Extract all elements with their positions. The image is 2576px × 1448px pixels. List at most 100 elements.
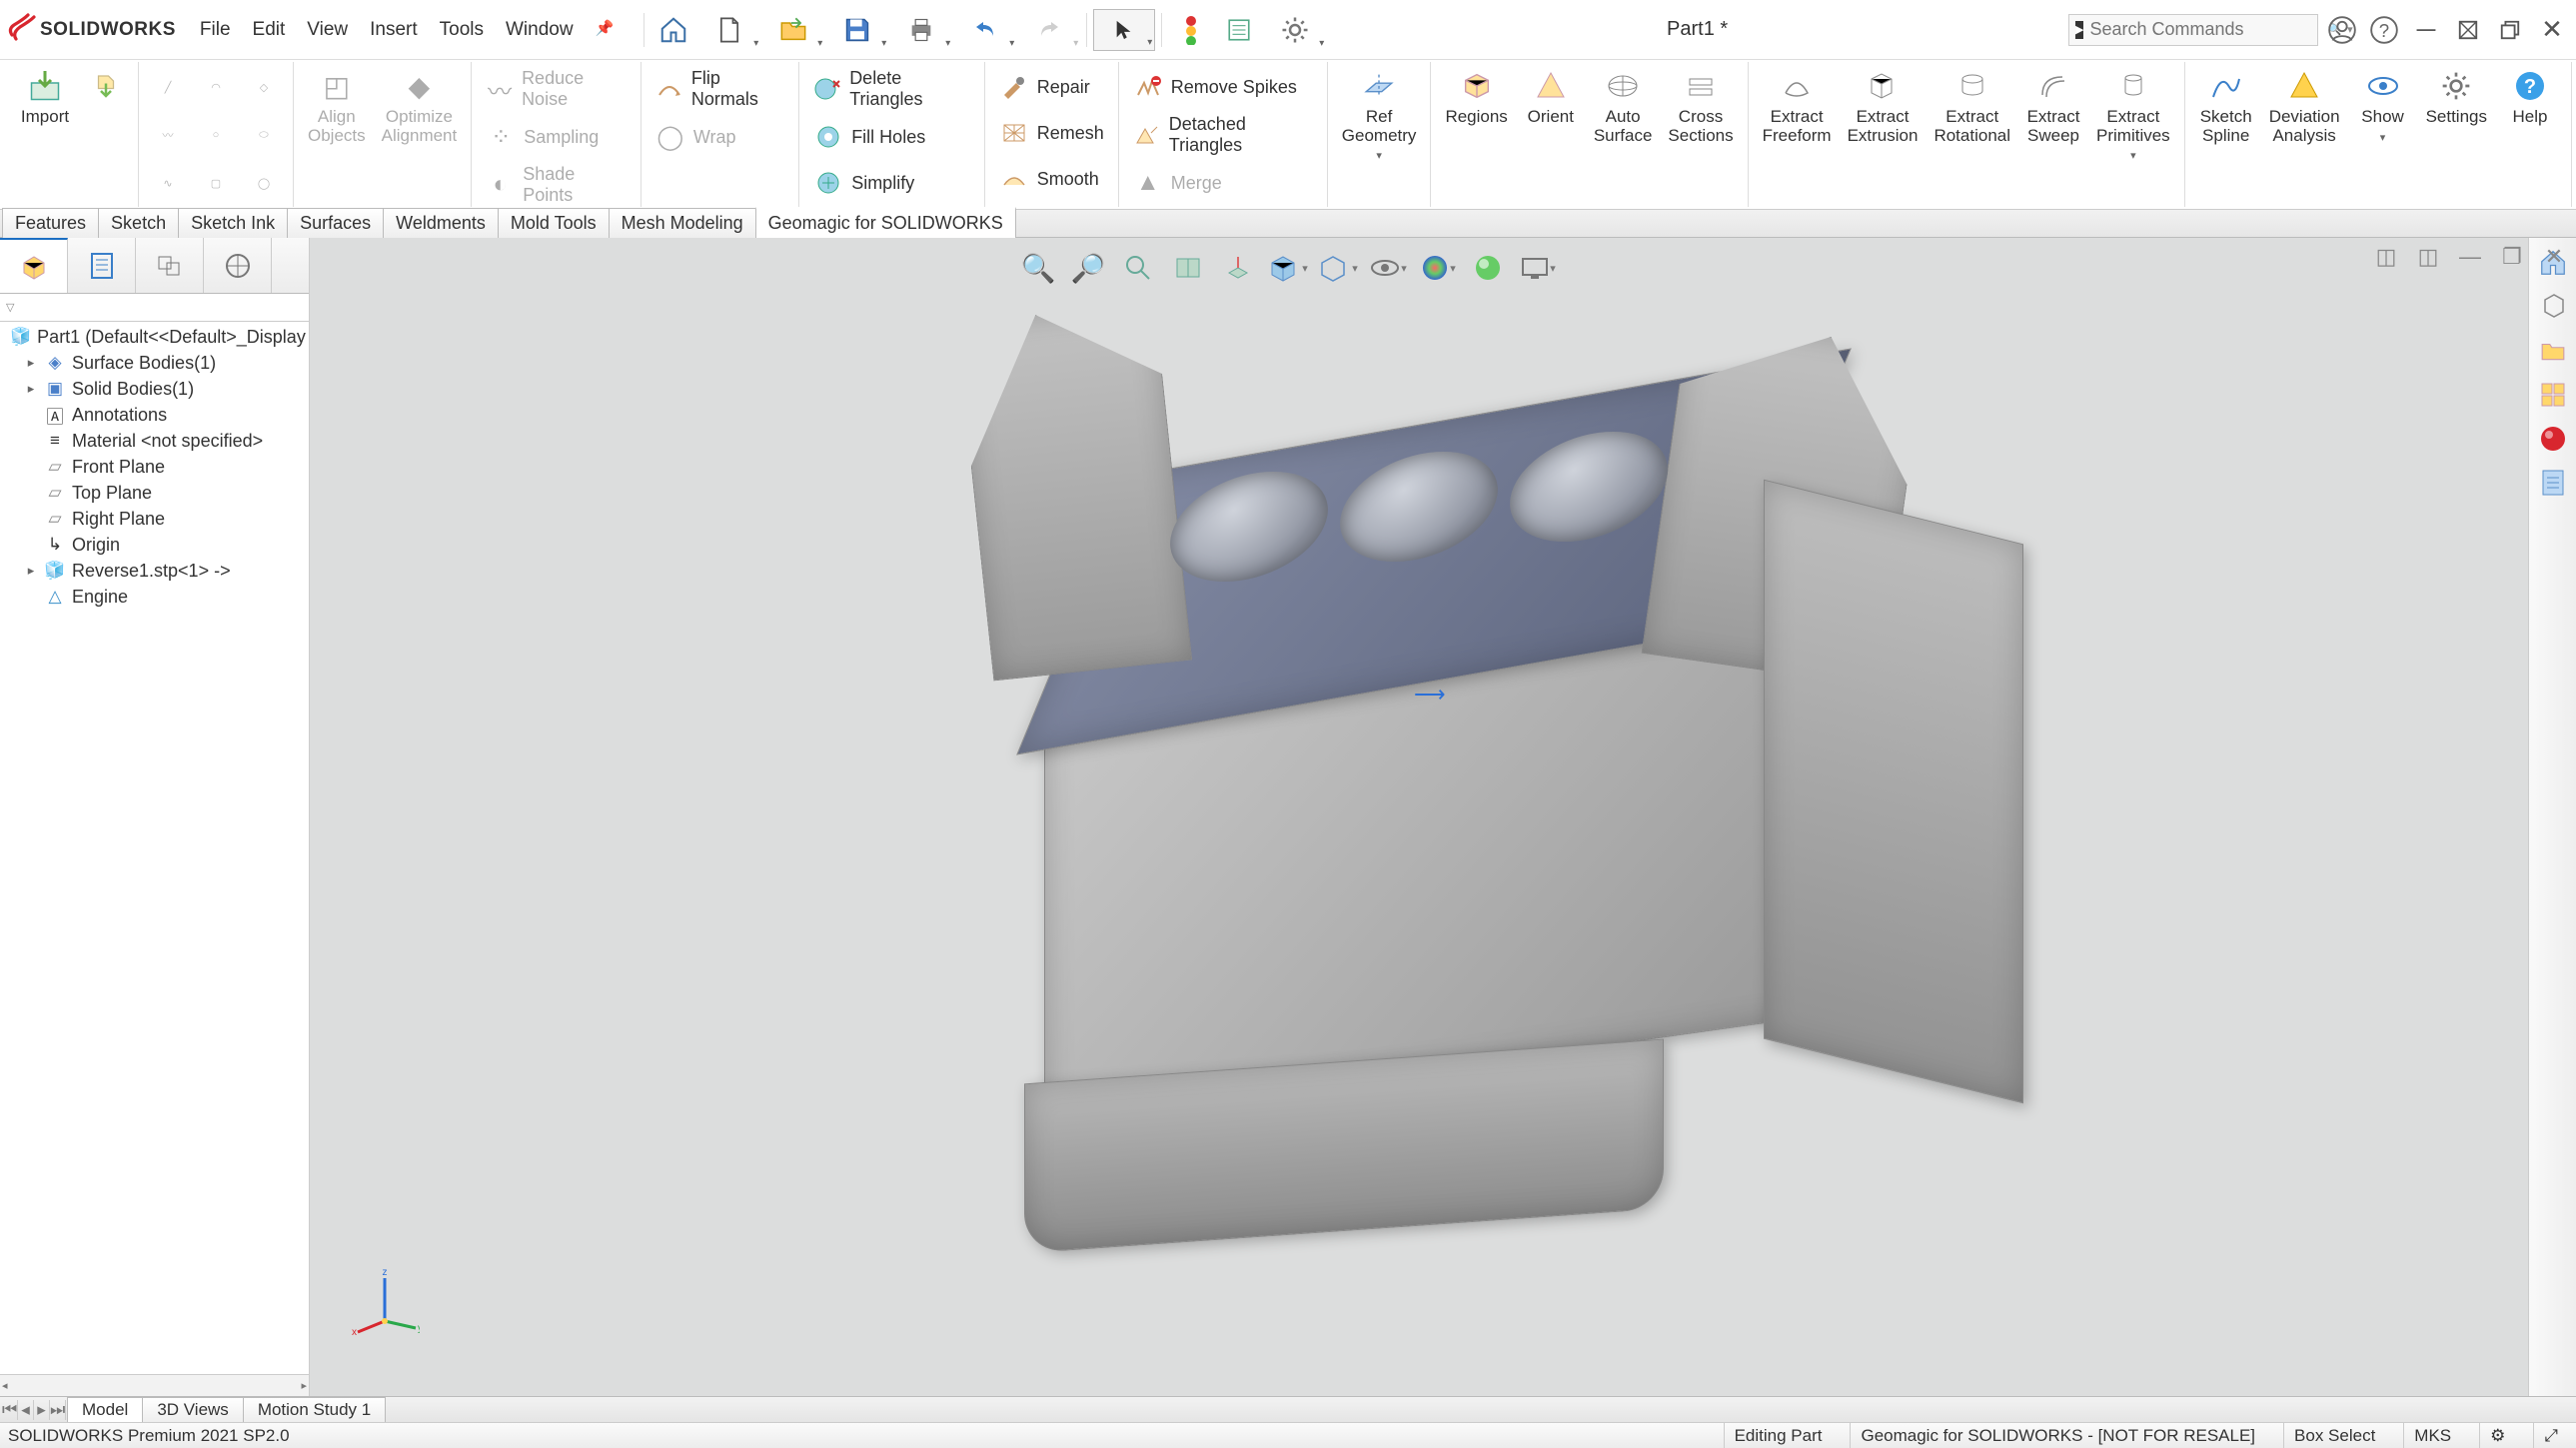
remesh-button[interactable]: Remesh (991, 110, 1112, 156)
search-commands[interactable]: ▶ 🔍 ▾ (2068, 14, 2318, 46)
menu-insert[interactable]: Insert (360, 13, 428, 47)
ref-geometry-button[interactable]: Ref Geometry▾ (1334, 64, 1425, 166)
import-down-button[interactable] (80, 64, 132, 108)
tree-tab-property[interactable] (68, 238, 136, 293)
vp-restore1-icon[interactable]: ◫ (2368, 242, 2404, 272)
tree-material[interactable]: ≡Material <not specified> (2, 428, 307, 454)
tab-weldments[interactable]: Weldments (383, 208, 499, 238)
menu-edit[interactable]: Edit (243, 13, 296, 47)
tab-surfaces[interactable]: Surfaces (287, 208, 384, 238)
cylinder-tool[interactable]: ◯ (241, 160, 287, 206)
display-style-icon[interactable]: ▾ (1266, 246, 1310, 290)
tab-features[interactable]: Features (2, 208, 99, 238)
tree-solid-bodies[interactable]: ▸▣Solid Bodies(1) (2, 376, 307, 402)
status-units[interactable]: MKS (2403, 1423, 2461, 1448)
reduce-noise-button[interactable]: 〰Reduce Noise (478, 64, 635, 114)
circle-tool[interactable]: ○ (193, 112, 239, 158)
extract-rotational-button[interactable]: Extract Rotational (1926, 64, 2018, 149)
render-settings-icon[interactable]: ▾ (1516, 246, 1560, 290)
detached-triangles-button[interactable]: Detached Triangles (1125, 110, 1321, 160)
redo-button[interactable]: ▾ (1018, 9, 1080, 51)
view-orientation-icon[interactable] (1216, 246, 1260, 290)
vp-close-icon[interactable]: ✕ (2536, 242, 2572, 272)
wrap-button[interactable]: ◯Wrap (647, 114, 792, 160)
spline-tool[interactable]: 〰 (145, 112, 191, 158)
ribbon-settings-button[interactable]: Settings (2418, 64, 2495, 131)
smooth-button[interactable]: Smooth (991, 156, 1112, 202)
arc-tool[interactable]: ◠ (193, 64, 239, 110)
search-input[interactable] (2089, 19, 2321, 40)
align-objects-button[interactable]: ◰Align Objects (300, 64, 374, 149)
repair-button[interactable]: Repair (991, 64, 1112, 110)
rebuild-button[interactable] (1168, 9, 1214, 51)
tree-root[interactable]: 🧊Part1 (Default<<Default>_Display Stat (2, 324, 307, 350)
extract-freeform-button[interactable]: Extract Freeform (1755, 64, 1840, 149)
restore1-button[interactable] (2450, 12, 2486, 48)
show-button[interactable]: Show▾ (2348, 64, 2418, 148)
status-expand-icon[interactable]: ⤢ (2533, 1423, 2568, 1448)
status-selection[interactable]: Box Select (2283, 1423, 2385, 1448)
hide-show-icon[interactable]: ▾ (1316, 246, 1360, 290)
open-button[interactable]: ▾ (762, 9, 824, 51)
new-button[interactable]: ▾ (698, 9, 760, 51)
ribbon-help-button[interactable]: ?Help (2495, 64, 2565, 131)
menu-pin[interactable]: 📌 (586, 13, 625, 47)
scroll-right-icon[interactable]: ▸ (301, 1379, 307, 1392)
merge-button[interactable]: ▲Merge (1125, 160, 1321, 206)
tree-right-plane[interactable]: ▱Right Plane (2, 506, 307, 532)
select-button[interactable]: ▾ (1093, 9, 1155, 51)
tree-annotations[interactable]: 🄰Annotations (2, 402, 307, 428)
scroll-left-icon[interactable]: ◂ (2, 1379, 8, 1392)
tree-front-plane[interactable]: ▱Front Plane (2, 454, 307, 480)
tab-sketch-ink[interactable]: Sketch Ink (178, 208, 288, 238)
extract-sweep-button[interactable]: Extract Sweep (2018, 64, 2088, 149)
cross-sections-button[interactable]: Cross Sections (1660, 64, 1741, 149)
tree-tab-feature[interactable] (0, 238, 68, 293)
menu-window[interactable]: Window (496, 13, 584, 47)
optimize-alignment-button[interactable]: ◆Optimize Alignment (374, 64, 466, 149)
menu-file[interactable]: File (190, 13, 241, 47)
line-tool[interactable]: ╱ (145, 64, 191, 110)
deviation-analysis-button[interactable]: Deviation Analysis (2261, 64, 2348, 149)
curve-tool[interactable]: ∿ (145, 160, 191, 206)
undo-button[interactable]: ▾ (954, 9, 1016, 51)
tree-engine[interactable]: △Engine (2, 584, 307, 610)
delete-triangles-button[interactable]: Delete Triangles (805, 64, 978, 114)
simplify-button[interactable]: Simplify (805, 160, 978, 206)
restore2-button[interactable] (2492, 12, 2528, 48)
flip-normals-button[interactable]: Flip Normals (647, 64, 792, 114)
tree-reverse1[interactable]: ▸🧊Reverse1.stp<1> -> (2, 558, 307, 584)
tab-mold-tools[interactable]: Mold Tools (498, 208, 610, 238)
zoom-fit-icon[interactable]: 🔍 (1016, 246, 1060, 290)
cube-tool[interactable]: ▢ (193, 160, 239, 206)
sampling-button[interactable]: ⁘Sampling (478, 114, 635, 160)
home-button[interactable] (650, 9, 696, 51)
settings-gear-button[interactable]: ▾ (1264, 9, 1326, 51)
sketch-spline-button[interactable]: Sketch Spline (2191, 64, 2261, 149)
side-view-palette-icon[interactable] (2532, 374, 2574, 416)
options-list-button[interactable] (1216, 9, 1262, 51)
side-file-icon[interactable] (2532, 330, 2574, 372)
scene-icon[interactable] (1466, 246, 1510, 290)
side-appearance-icon[interactable] (2532, 418, 2574, 460)
tab-geomagic[interactable]: Geomagic for SOLIDWORKS (755, 207, 1016, 238)
tree-filter-bar[interactable]: ▽ (0, 294, 309, 322)
tree-origin[interactable]: ↳Origin (2, 532, 307, 558)
zoom-prev-icon[interactable] (1116, 246, 1160, 290)
viewport[interactable]: ⟶ z y x (310, 238, 2528, 1396)
tree-surface-bodies[interactable]: ▸◈Surface Bodies(1) (2, 350, 307, 376)
orient-button[interactable]: Orient (1516, 64, 1586, 131)
vp-maximize-icon[interactable]: ❐ (2494, 242, 2530, 272)
status-settings-icon[interactable]: ⚙ (2479, 1423, 2515, 1448)
remove-spikes-button[interactable]: Remove Spikes (1125, 64, 1321, 110)
shade-points-button[interactable]: ◐Shade Points (478, 160, 635, 210)
auto-surface-button[interactable]: Auto Surface (1586, 64, 1661, 149)
help-icon[interactable]: ? (2366, 12, 2402, 48)
fill-holes-button[interactable]: Fill Holes (805, 114, 978, 160)
side-custom-props-icon[interactable] (2532, 462, 2574, 504)
tab-mesh-modeling[interactable]: Mesh Modeling (609, 208, 756, 238)
poly-tool[interactable]: ◇ (241, 64, 287, 110)
section-view-icon[interactable] (1166, 246, 1210, 290)
tab-sketch[interactable]: Sketch (98, 208, 179, 238)
extract-extrusion-button[interactable]: Extract Extrusion (1840, 64, 1927, 149)
